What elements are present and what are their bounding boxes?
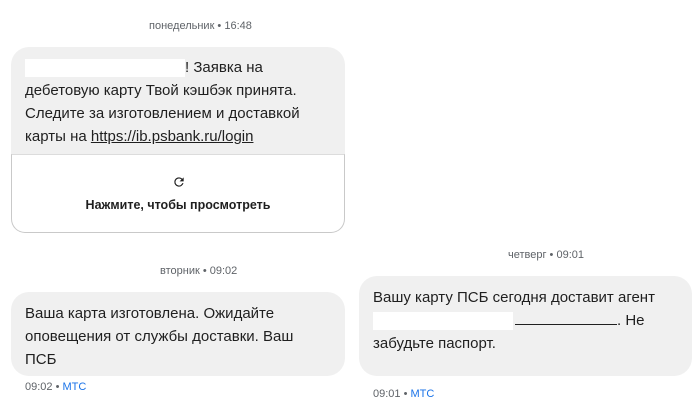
meta-separator: • [403,388,408,400]
message-line: ! Заявка на [25,56,331,79]
message-text: . Не [617,312,645,329]
message-line: . Не [373,309,678,332]
message-text: ПСБ [25,351,57,368]
meta-time: 09:01 [373,388,401,400]
meta-sender: МТС [62,381,87,393]
message-bubble-delivery[interactable]: Вашу карту ПСБ сегодня доставит агент . … [359,276,692,376]
message-meta: 09:01 • МТС [373,388,434,400]
meta-separator: • [55,381,60,393]
redacted-name [25,59,185,78]
timestamp-tuesday: вторник • 09:02 [160,265,238,277]
message-text: ! Заявка на [185,59,263,76]
message-text: карты на [25,128,91,145]
blank-underline [515,310,617,325]
redacted-name [373,312,513,331]
message-text: дебетовую карту Твой кэшбэк принята. [25,82,297,99]
timestamp-thursday: четверг • 09:01 [508,249,584,261]
message-text: Следите за изготовлением и доставкой [25,105,300,122]
meta-time: 09:02 [25,381,53,393]
message-bubble-card-ready[interactable]: Ваша карта изготовлена. Ожидайте оповеще… [11,292,345,376]
message-meta: 09:02 • МТС [25,381,86,393]
message-text: оповещения от службы доставки. Ваш [25,328,294,345]
refresh-icon[interactable] [172,175,186,189]
login-link[interactable]: https://ib.psbank.ru/login [91,128,254,145]
message-bubble-application[interactable]: ! Заявка на дебетовую карту Твой кэшбэк … [11,47,345,157]
message-text: Вашу карту ПСБ сегодня доставит агент [373,289,655,306]
message-line: карты на https://ib.psbank.ru/login [25,125,331,148]
message-text: забудьте паспорт. [373,335,496,352]
link-preview-card[interactable]: Нажмите, чтобы просмотреть [11,154,345,233]
preview-label[interactable]: Нажмите, чтобы просмотреть [12,198,344,212]
message-text: Ваша карта изготовлена. Ожидайте [25,305,275,322]
timestamp-monday: понедельник • 16:48 [149,20,252,32]
meta-sender: МТС [410,388,435,400]
